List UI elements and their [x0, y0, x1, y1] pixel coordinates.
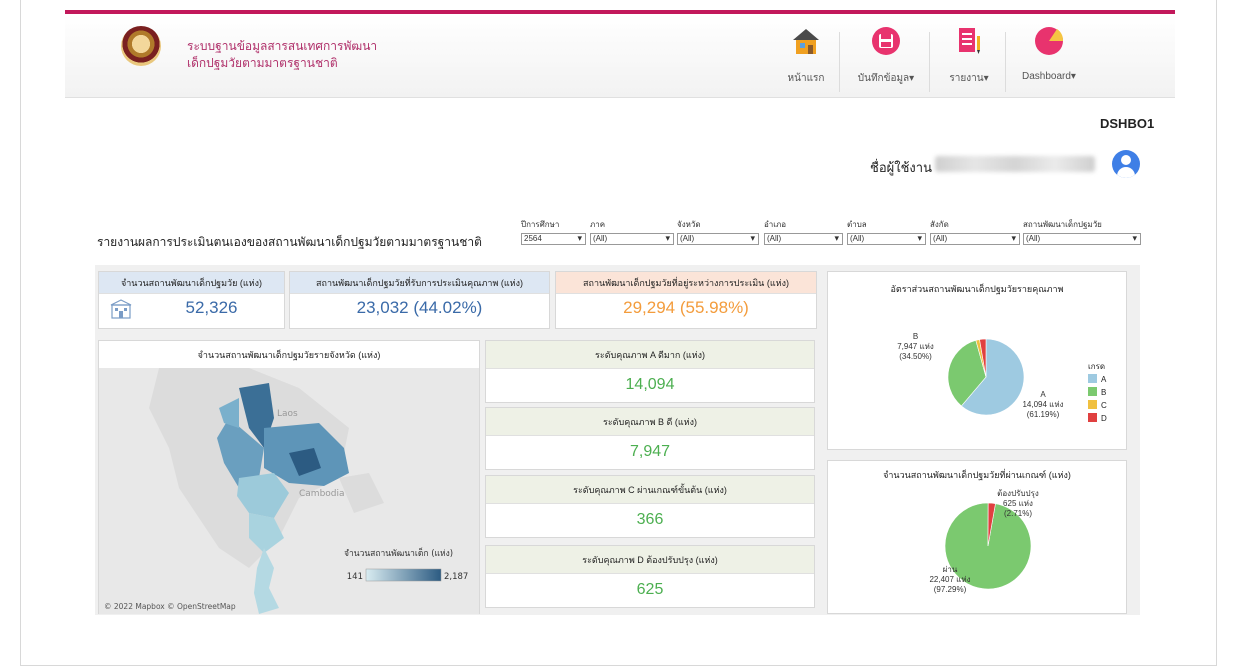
pie2-label-pass-count: 22,407 แห่ง	[929, 575, 971, 584]
map-legend-title: จำนวนสถานพัฒนาเด็ก (แห่ง)	[344, 547, 453, 559]
grade-d-label: ระดับคุณภาพ D ต้องปรับปรุง (แห่ง)	[486, 546, 814, 574]
nav-divider	[1005, 32, 1006, 92]
kpi-pending: สถานพัฒนาเด็กปฐมวัยที่อยู่ระหว่างการประเ…	[555, 271, 817, 329]
province-map-panel: จำนวนสถานพัฒนาเด็กปฐมวัยรายจังหวัด (แห่ง…	[98, 340, 480, 614]
kpi-pending-label: สถานพัฒนาเด็กปฐมวัยที่อยู่ระหว่างการประเ…	[556, 272, 816, 294]
grade-c-label: ระดับคุณภาพ C ผ่านเกณฑ์ขั้นต้น (แห่ง)	[486, 476, 814, 504]
filter-center-select[interactable]: (All)	[1023, 233, 1141, 245]
filter-province-select[interactable]: (All)	[677, 233, 759, 245]
map-label-laos: Laos	[277, 409, 298, 419]
quality-pie-title: อัตราส่วนสถานพัฒนาเด็กปฐมวัยรายคุณภาพ	[890, 284, 1064, 294]
kpi-assessed-value: 23,032 (44.02%)	[356, 298, 483, 317]
map-legend-max: 2,187	[444, 572, 468, 582]
province-map[interactable]: Laos Cambodia จำนวนสถานพัฒนาเด็ก (แห่ง) …	[99, 368, 479, 614]
pie1-label-b-count: 7,947 แห่ง	[897, 342, 934, 351]
nav-divider	[929, 32, 930, 92]
grade-a-card: ระดับคุณภาพ A ดีมาก (แห่ง) 14,094	[485, 340, 815, 403]
filter-province[interactable]: จังหวัด (All)	[677, 218, 759, 245]
map-label-cambodia: Cambodia	[299, 489, 345, 499]
kpi-assessed-label: สถานพัฒนาเด็กปฐมวัยที่รับการประเมินคุณภา…	[290, 272, 549, 294]
user-avatar-icon[interactable]	[1112, 150, 1140, 178]
filter-center-label: สถานพัฒนาเด็กปฐมวัย	[1023, 220, 1102, 229]
pie2-label-pass-pct: (97.29%)	[933, 585, 967, 594]
filter-affiliation-select[interactable]: (All)	[930, 233, 1020, 245]
kpi-total-label: จำนวนสถานพัฒนาเด็กปฐมวัย (แห่ง)	[99, 272, 284, 294]
building-icon	[110, 299, 132, 319]
report-document-icon	[959, 28, 980, 54]
pass-pie-title: จำนวนสถานพัฒนาเด็กปฐมวัยที่ผ่านเกณฑ์ (แห…	[883, 470, 1071, 480]
grade-c-value: 366	[636, 511, 664, 528]
nav-dashboard-label: Dashboard▾	[1022, 71, 1076, 82]
filter-region-label: ภาค	[590, 220, 606, 229]
nav-home[interactable]: หน้าแรก	[781, 22, 831, 94]
kpi-total-value: 52,326	[185, 298, 238, 317]
filter-district[interactable]: อำเภอ (All)	[764, 218, 843, 245]
pie2-label-fail-count: 625 แห่ง	[1003, 499, 1033, 508]
filter-center[interactable]: สถานพัฒนาเด็กปฐมวัย (All)	[1023, 218, 1141, 245]
page-code: DSHBO1	[1100, 116, 1155, 131]
filter-district-select[interactable]: (All)	[764, 233, 843, 245]
grade-c-card: ระดับคุณภาพ C ผ่านเกณฑ์ขั้นต้น (แห่ง) 36…	[485, 475, 815, 538]
filter-year-label: ปีการศึกษา	[521, 220, 560, 229]
map-legend-min: 141	[347, 572, 363, 582]
grade-a-value: 14,094	[625, 376, 675, 393]
pie1-legend-title: เกรด	[1088, 362, 1106, 371]
map-legend-gradient	[365, 568, 442, 582]
nav-report-label: รายงาน▾	[949, 73, 989, 84]
filter-subdistrict[interactable]: ตำบล (All)	[847, 218, 926, 245]
grade-b-card: ระดับคุณภาพ B ดี (แห่ง) 7,947	[485, 407, 815, 470]
map-title: จำนวนสถานพัฒนาเด็กปฐมวัยรายจังหวัด (แห่ง…	[197, 350, 381, 360]
pie1-label-a-pct: (61.19%)	[1026, 410, 1060, 419]
pie2-label-fail-pct: (2.71%)	[1003, 509, 1032, 518]
pie1-legend-d[interactable]: D	[1088, 413, 1107, 423]
filter-subdistrict-select[interactable]: (All)	[847, 233, 926, 245]
pie1-legend-c[interactable]: C	[1088, 400, 1107, 410]
nav-report[interactable]: รายงาน▾	[939, 22, 999, 94]
pie1-label-a-grade: A	[1040, 390, 1046, 399]
filter-affiliation-label: สังกัด	[930, 220, 949, 229]
header: ระบบฐานข้อมูลสารสนเทศการพัฒนา เด็กปฐมวัย…	[65, 14, 1175, 98]
quality-pie-panel: อัตราส่วนสถานพัฒนาเด็กปฐมวัยรายคุณภาพ B …	[827, 271, 1127, 450]
pie1-legend-b[interactable]: B	[1088, 387, 1106, 397]
pie1-label-b-pct: (34.50%)	[899, 352, 932, 361]
username-redacted	[935, 156, 1095, 172]
home-icon	[793, 29, 819, 54]
nav-home-label: หน้าแรก	[787, 73, 825, 84]
filter-affiliation[interactable]: สังกัด (All)	[930, 218, 1020, 245]
filter-year-select[interactable]: 2564	[521, 233, 586, 245]
pie1-legend-a[interactable]: A	[1088, 374, 1106, 384]
filter-region[interactable]: ภาค (All)	[590, 218, 674, 245]
filter-year[interactable]: ปีการศึกษา 2564	[521, 218, 586, 245]
grade-a-label: ระดับคุณภาพ A ดีมาก (แห่ง)	[486, 341, 814, 369]
pie2-label-pass-name: ผ่าน	[942, 565, 958, 574]
grade-b-label: ระดับคุณภาพ B ดี (แห่ง)	[486, 408, 814, 436]
report-title: รายงานผลการประเมินตนเองของสถานพัฒนาเด็กป…	[97, 235, 482, 249]
pass-pie-panel: จำนวนสถานพัฒนาเด็กปฐมวัยที่ผ่านเกณฑ์ (แห…	[827, 460, 1127, 614]
nav-record-data[interactable]: บันทึกข้อมูล▾	[849, 22, 923, 94]
site-title-line2[interactable]: เด็กปฐมวัยตามมาตรฐานชาติ	[187, 54, 338, 73]
filter-subdistrict-label: ตำบล	[847, 220, 867, 229]
grade-d-value: 625	[636, 581, 664, 598]
grade-d-card: ระดับคุณภาพ D ต้องปรับปรุง (แห่ง) 625	[485, 545, 815, 608]
kpi-assessed: สถานพัฒนาเด็กปฐมวัยที่รับการประเมินคุณภา…	[289, 271, 550, 329]
kpi-total: จำนวนสถานพัฒนาเด็กปฐมวัย (แห่ง) 52,326	[98, 271, 285, 329]
grade-b-value: 7,947	[629, 443, 671, 460]
filter-region-select[interactable]: (All)	[590, 233, 674, 245]
pie2-label-fail-name: ต้องปรับปรุง	[997, 489, 1039, 498]
filter-district-label: อำเภอ	[764, 220, 787, 229]
save-disk-icon	[872, 27, 900, 55]
dashboard-area: จำนวนสถานพัฒนาเด็กปฐมวัย (แห่ง) 52,326 ส…	[95, 265, 1140, 615]
nav-divider	[839, 32, 840, 92]
pie1-label-b-grade: B	[912, 332, 919, 341]
pie-chart-icon	[1035, 27, 1064, 55]
emblem-logo[interactable]	[121, 26, 161, 66]
nav-record-label: บันทึกข้อมูล▾	[857, 73, 915, 84]
map-attribution: © 2022 Mapbox © OpenStreetMap	[104, 602, 236, 611]
kpi-pending-value: 29,294 (55.98%)	[623, 298, 749, 317]
pie1-label-a-count: 14,094 แห่ง	[1022, 400, 1064, 409]
username-label: ชื่อผู้ใช้งาน	[870, 160, 932, 175]
filter-province-label: จังหวัด	[677, 220, 701, 229]
nav-dashboard[interactable]: Dashboard▾	[1013, 22, 1085, 94]
